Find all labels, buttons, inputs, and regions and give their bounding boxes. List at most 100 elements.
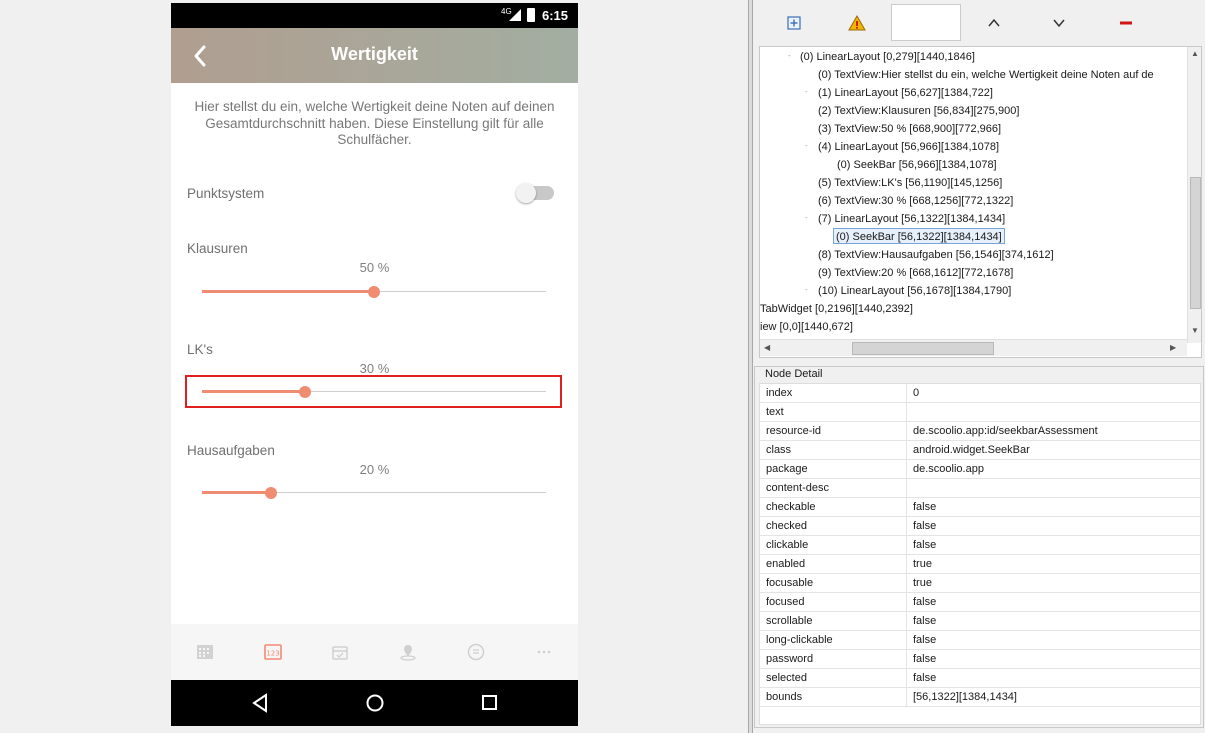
- detail-value: de.scoolio.app: [913, 463, 984, 475]
- status-time: 6:15: [542, 8, 569, 23]
- arrow-down-icon[interactable]: [1050, 14, 1068, 32]
- detail-value: false: [913, 672, 937, 684]
- detail-row-resource-id[interactable]: resource-id de.scoolio.app:id/seekbarAsse…: [760, 422, 1200, 441]
- tree-item[interactable]: (4) LinearLayout [56,966][1384,1078]: [818, 139, 999, 155]
- node-detail-table: index 0 text resource-id de.scoolio.app:id/s…: [759, 383, 1201, 725]
- more-icon[interactable]: [535, 643, 553, 661]
- detail-key: enabled: [766, 558, 806, 570]
- detail-row-password[interactable]: password false: [760, 650, 1200, 669]
- column-divider: [906, 593, 907, 612]
- tree-item[interactable]: (0) LinearLayout [0,279][1440,1846]: [800, 49, 975, 65]
- detail-row-enabled[interactable]: enabled true: [760, 555, 1200, 574]
- detail-row-index[interactable]: index 0: [760, 384, 1200, 403]
- weight-label-lks: LK's: [187, 342, 213, 357]
- tree-item[interactable]: (10) LinearLayout [56,1678][1384,1790]: [818, 283, 1011, 299]
- detail-row-long-clickable[interactable]: long-clickable false: [760, 631, 1200, 650]
- seekbar-thumb[interactable]: [368, 286, 380, 298]
- app-bar: Wertigkeit: [171, 28, 578, 83]
- column-divider: [906, 403, 907, 422]
- tree-item[interactable]: (6) TextView:30 % [668,1256][772,1322]: [818, 193, 1013, 209]
- home-circle-icon[interactable]: [365, 693, 385, 713]
- tree-item[interactable]: (9) TextView:20 % [668,1612][772,1678]: [818, 265, 1013, 281]
- svg-text:123: 123: [266, 650, 279, 658]
- detail-value: false: [913, 539, 937, 551]
- detail-value: [56,1322][1384,1434]: [913, 691, 1017, 703]
- detail-row-bounds[interactable]: bounds [56,1322][1384,1434]: [760, 688, 1200, 707]
- device-screenshot-pane: 4G 6:15 Wertigkeit Hier stellst du ein, …: [0, 0, 748, 733]
- detail-row-checkable[interactable]: checkable false: [760, 498, 1200, 517]
- search-field[interactable]: [891, 4, 961, 41]
- detail-value: true: [913, 577, 932, 589]
- location-icon[interactable]: [399, 643, 417, 661]
- arrow-up-icon[interactable]: [985, 14, 1003, 32]
- detail-value: de.scoolio.app:id/seekbarAssessment: [913, 425, 1098, 437]
- tree-item[interactable]: (0) SeekBar [56,966][1384,1078]: [837, 157, 997, 173]
- column-divider: [906, 422, 907, 441]
- detail-row-focused[interactable]: focused false: [760, 593, 1200, 612]
- detail-row-package[interactable]: package de.scoolio.app: [760, 460, 1200, 479]
- expand-icon[interactable]: [785, 14, 803, 32]
- tree-horizontal-scrollbar[interactable]: ◀ ▶: [760, 339, 1187, 356]
- tree-item[interactable]: (1) LinearLayout [56,627][1384,722]: [818, 85, 993, 101]
- detail-value: false: [913, 501, 937, 513]
- detail-value: android.widget.SeekBar: [913, 444, 1030, 456]
- archive-icon[interactable]: [331, 643, 349, 661]
- tree-item[interactable]: iew [0,0][1440,672]: [760, 319, 853, 335]
- tree-expander[interactable]: -: [788, 52, 796, 60]
- page-title: Wertigkeit: [331, 44, 418, 64]
- detail-row-text[interactable]: text: [760, 403, 1200, 422]
- tree-vertical-scrollbar[interactable]: ▲ ▼: [1187, 47, 1201, 343]
- tree-item[interactable]: (0) TextView:Hier stellst du ein, welche…: [818, 67, 1154, 83]
- warning-icon[interactable]: [848, 14, 866, 32]
- detail-row-selected[interactable]: selected false: [760, 669, 1200, 688]
- detail-value: false: [913, 596, 937, 608]
- scroll-up-icon[interactable]: ▲: [1191, 49, 1199, 58]
- intro-text: Hier stellst du ein, welche Wertigkeit d…: [194, 99, 555, 147]
- ui-inspector-pane: - (0) LinearLayout [0,279][1440,1846] (0…: [753, 0, 1205, 733]
- detail-row-clickable[interactable]: clickable false: [760, 536, 1200, 555]
- column-divider: [906, 612, 907, 631]
- scroll-down-icon[interactable]: ▼: [1191, 326, 1199, 335]
- detail-row-content-desc[interactable]: content-desc: [760, 479, 1200, 498]
- detail-row-checked[interactable]: checked false: [760, 517, 1200, 536]
- recents-square-icon[interactable]: [481, 693, 499, 713]
- collapse-icon[interactable]: [1117, 14, 1135, 32]
- chat-icon[interactable]: [467, 643, 485, 661]
- tree-item[interactable]: (7) LinearLayout [56,1322][1384,1434]: [818, 211, 1005, 227]
- hierarchy-tree: - (0) LinearLayout [0,279][1440,1846] (0…: [759, 46, 1202, 358]
- column-divider: [906, 574, 907, 593]
- tree-horizontal-scroll-thumb[interactable]: [852, 342, 994, 355]
- tree-item-selected[interactable]: (0) SeekBar [56,1322][1384,1434]: [833, 228, 1005, 244]
- tree-item[interactable]: (3) TextView:50 % [668,900][772,966]: [818, 121, 1001, 137]
- detail-value: true: [913, 558, 932, 570]
- detail-row-class[interactable]: class android.widget.SeekBar: [760, 441, 1200, 460]
- seekbar-thumb[interactable]: [264, 487, 277, 499]
- seekbar-fill: [202, 290, 374, 293]
- seekbar-klausuren[interactable]: [202, 282, 546, 302]
- detail-key: password: [766, 653, 814, 665]
- tree-expander[interactable]: -: [805, 286, 813, 294]
- tree-item[interactable]: TabWidget [0,2196][1440,2392]: [760, 301, 913, 317]
- detail-row-focusable[interactable]: focusable true: [760, 574, 1200, 593]
- tree-item[interactable]: (2) TextView:Klausuren [56,834][275,900]: [818, 103, 1019, 119]
- tree-item[interactable]: (8) TextView:Hausaufgaben [56,1546][374,…: [818, 247, 1054, 263]
- tree-vertical-scroll-thumb[interactable]: [1190, 177, 1201, 309]
- weight-percent-hausaufgaben: 20 %: [359, 462, 390, 477]
- scroll-left-icon[interactable]: ◀: [764, 343, 770, 352]
- column-divider: [906, 498, 907, 517]
- tree-expander[interactable]: -: [805, 88, 813, 96]
- scroll-right-icon[interactable]: ▶: [1170, 343, 1176, 352]
- system-navigation-bar: [171, 680, 578, 726]
- detail-key: checked: [766, 520, 807, 532]
- seekbar-hausaufgaben[interactable]: [202, 483, 546, 503]
- grades-icon[interactable]: 123: [264, 643, 282, 661]
- tree-item[interactable]: (5) TextView:LK's [56,1190][145,1256]: [818, 175, 1002, 191]
- punktsystem-toggle[interactable]: [516, 183, 554, 203]
- column-divider: [906, 384, 907, 403]
- calendar-grid-icon[interactable]: [196, 643, 214, 661]
- detail-key: text: [766, 406, 784, 418]
- detail-row-scrollable[interactable]: scrollable false: [760, 612, 1200, 631]
- tree-expander[interactable]: -: [805, 214, 813, 222]
- back-triangle-icon[interactable]: [251, 693, 269, 713]
- tree-expander[interactable]: -: [805, 142, 813, 150]
